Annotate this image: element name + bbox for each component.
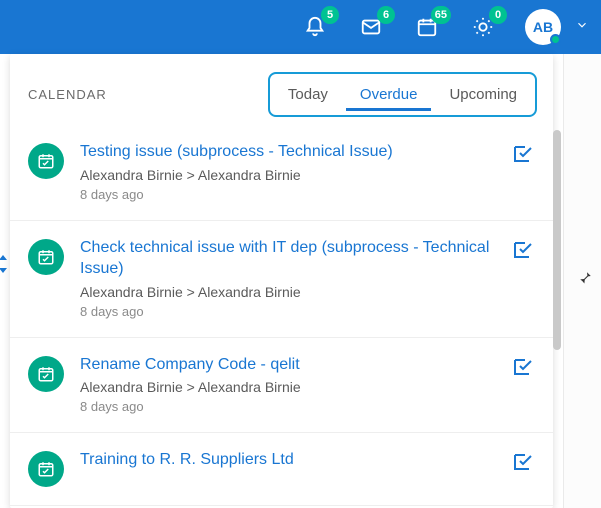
sort-indicator[interactable]: [0, 255, 10, 278]
avatar[interactable]: AB: [525, 9, 561, 45]
pin-icon: [575, 270, 593, 288]
topbar: 5 6 65 0 AB: [0, 0, 601, 54]
pin-button[interactable]: [575, 270, 593, 293]
panel-header: CALENDAR Today Overdue Upcoming: [10, 54, 553, 125]
calendar-check-icon: [28, 451, 64, 487]
item-body: Training to R. R. Suppliers Ltd: [80, 449, 495, 475]
calendar-check-icon: [28, 239, 64, 275]
calendar-button[interactable]: 65: [413, 13, 441, 41]
item-title[interactable]: Training to R. R. Suppliers Ltd: [80, 449, 495, 471]
tab-today[interactable]: Today: [274, 78, 342, 111]
calendar-panel: CALENDAR Today Overdue Upcoming Testing …: [10, 54, 553, 508]
item-time: 8 days ago: [80, 399, 495, 414]
list-item: Training to R. R. Suppliers Ltd: [10, 433, 553, 506]
messages-button[interactable]: 6: [357, 13, 385, 41]
brightness-badge: 0: [489, 6, 507, 24]
complete-button[interactable]: [511, 141, 535, 170]
item-title[interactable]: Testing issue (subprocess - Technical Is…: [80, 141, 495, 163]
item-subtitle: Alexandra Birnie > Alexandra Birnie: [80, 167, 495, 183]
list-item: Rename Company Code - qelit Alexandra Bir…: [10, 338, 553, 434]
item-title[interactable]: Check technical issue with IT dep (subpr…: [80, 237, 495, 280]
tabs: Today Overdue Upcoming: [268, 72, 537, 117]
calendar-check-icon: [28, 356, 64, 392]
chevron-down-icon: [575, 18, 589, 32]
list-item: Check technical issue with IT dep (subpr…: [10, 221, 553, 338]
list-item: Testing issue (subprocess - Technical Is…: [10, 125, 553, 221]
item-body: Check technical issue with IT dep (subpr…: [80, 237, 495, 319]
item-body: Rename Company Code - qelit Alexandra Bir…: [80, 354, 495, 415]
notifications-badge: 5: [321, 6, 339, 24]
scrollbar-thumb[interactable]: [553, 130, 561, 350]
item-time: 8 days ago: [80, 187, 495, 202]
complete-button[interactable]: [511, 449, 535, 478]
tab-upcoming[interactable]: Upcoming: [435, 78, 531, 111]
messages-badge: 6: [377, 6, 395, 24]
item-subtitle: Alexandra Birnie > Alexandra Birnie: [80, 284, 495, 300]
brightness-button[interactable]: 0: [469, 13, 497, 41]
item-subtitle: Alexandra Birnie > Alexandra Birnie: [80, 379, 495, 395]
calendar-check-icon: [28, 143, 64, 179]
sort-icon: [0, 255, 10, 273]
calendar-badge: 65: [431, 6, 451, 24]
user-menu-chevron[interactable]: [575, 18, 589, 37]
complete-button[interactable]: [511, 237, 535, 266]
item-time: 8 days ago: [80, 304, 495, 319]
tab-overdue[interactable]: Overdue: [346, 78, 432, 111]
calendar-list[interactable]: Testing issue (subprocess - Technical Is…: [10, 125, 553, 508]
presence-dot: [550, 34, 561, 45]
item-body: Testing issue (subprocess - Technical Is…: [80, 141, 495, 202]
complete-button[interactable]: [511, 354, 535, 383]
panel-title: CALENDAR: [28, 87, 107, 102]
avatar-initials: AB: [533, 19, 553, 35]
item-title[interactable]: Rename Company Code - qelit: [80, 354, 495, 376]
notifications-button[interactable]: 5: [301, 13, 329, 41]
